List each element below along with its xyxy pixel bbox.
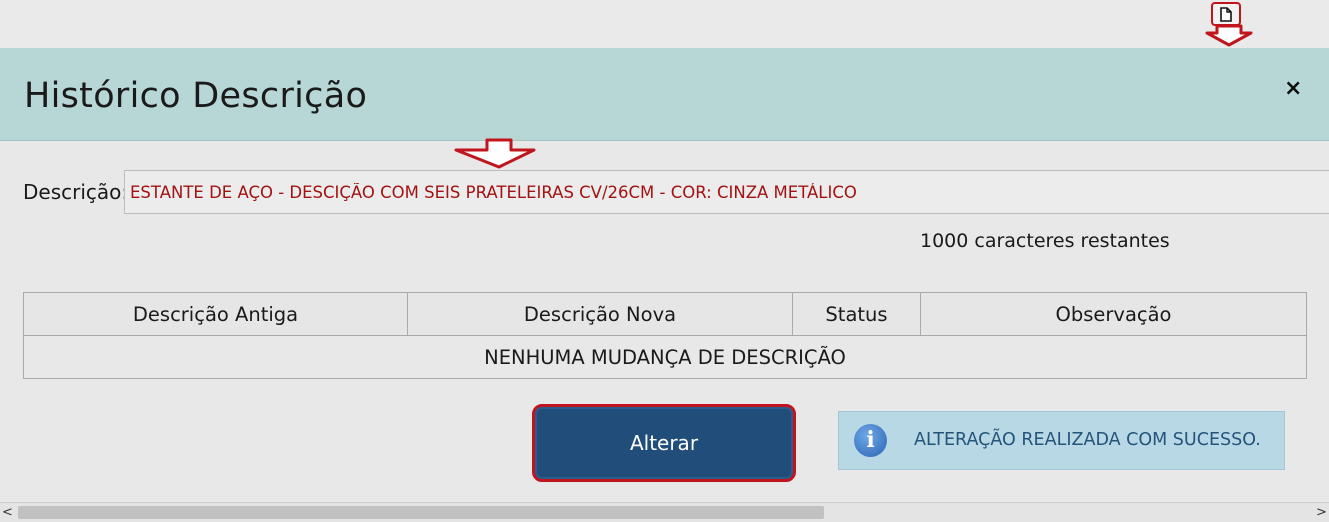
down-arrow-annotation-icon xyxy=(1205,24,1253,47)
table-row: NENHUMA MUDANÇA DE DESCRIÇÃO xyxy=(23,335,1307,379)
modal-header: Histórico Descrição × xyxy=(0,48,1329,141)
remaining-characters: 1000 caracteres restantes xyxy=(920,230,1170,252)
empty-table-message: NENHUMA MUDANÇA DE DESCRIÇÃO xyxy=(23,335,1307,379)
scroll-left-arrow[interactable]: < xyxy=(2,505,13,520)
scroll-right-arrow[interactable]: > xyxy=(1316,505,1327,520)
horizontal-scrollbar[interactable]: < > xyxy=(0,502,1329,522)
column-header-observation: Observação xyxy=(920,292,1307,336)
modal-title: Histórico Descrição xyxy=(24,76,368,116)
scrollbar-thumb[interactable] xyxy=(18,506,824,519)
document-button[interactable] xyxy=(1211,2,1241,26)
close-icon[interactable]: × xyxy=(1284,78,1302,100)
history-table: Descrição Antiga Descrição Nova Status O… xyxy=(23,292,1307,379)
description-input[interactable] xyxy=(124,170,1329,214)
table-header-row: Descrição Antiga Descrição Nova Status O… xyxy=(23,292,1307,336)
alterar-button[interactable]: Alterar xyxy=(532,404,796,482)
document-icon xyxy=(1220,7,1232,22)
column-header-old-description: Descrição Antiga xyxy=(23,292,408,336)
info-icon: i xyxy=(854,424,887,457)
success-alert: i ALTERAÇÃO REALIZADA COM SUCESSO. xyxy=(838,411,1285,470)
top-toolbar xyxy=(0,0,1329,49)
column-header-new-description: Descrição Nova xyxy=(407,292,793,336)
description-label: Descrição: xyxy=(23,180,129,204)
column-header-status: Status xyxy=(792,292,921,336)
down-arrow-annotation-icon xyxy=(454,138,536,169)
alert-message: ALTERAÇÃO REALIZADA COM SUCESSO. xyxy=(914,430,1261,450)
